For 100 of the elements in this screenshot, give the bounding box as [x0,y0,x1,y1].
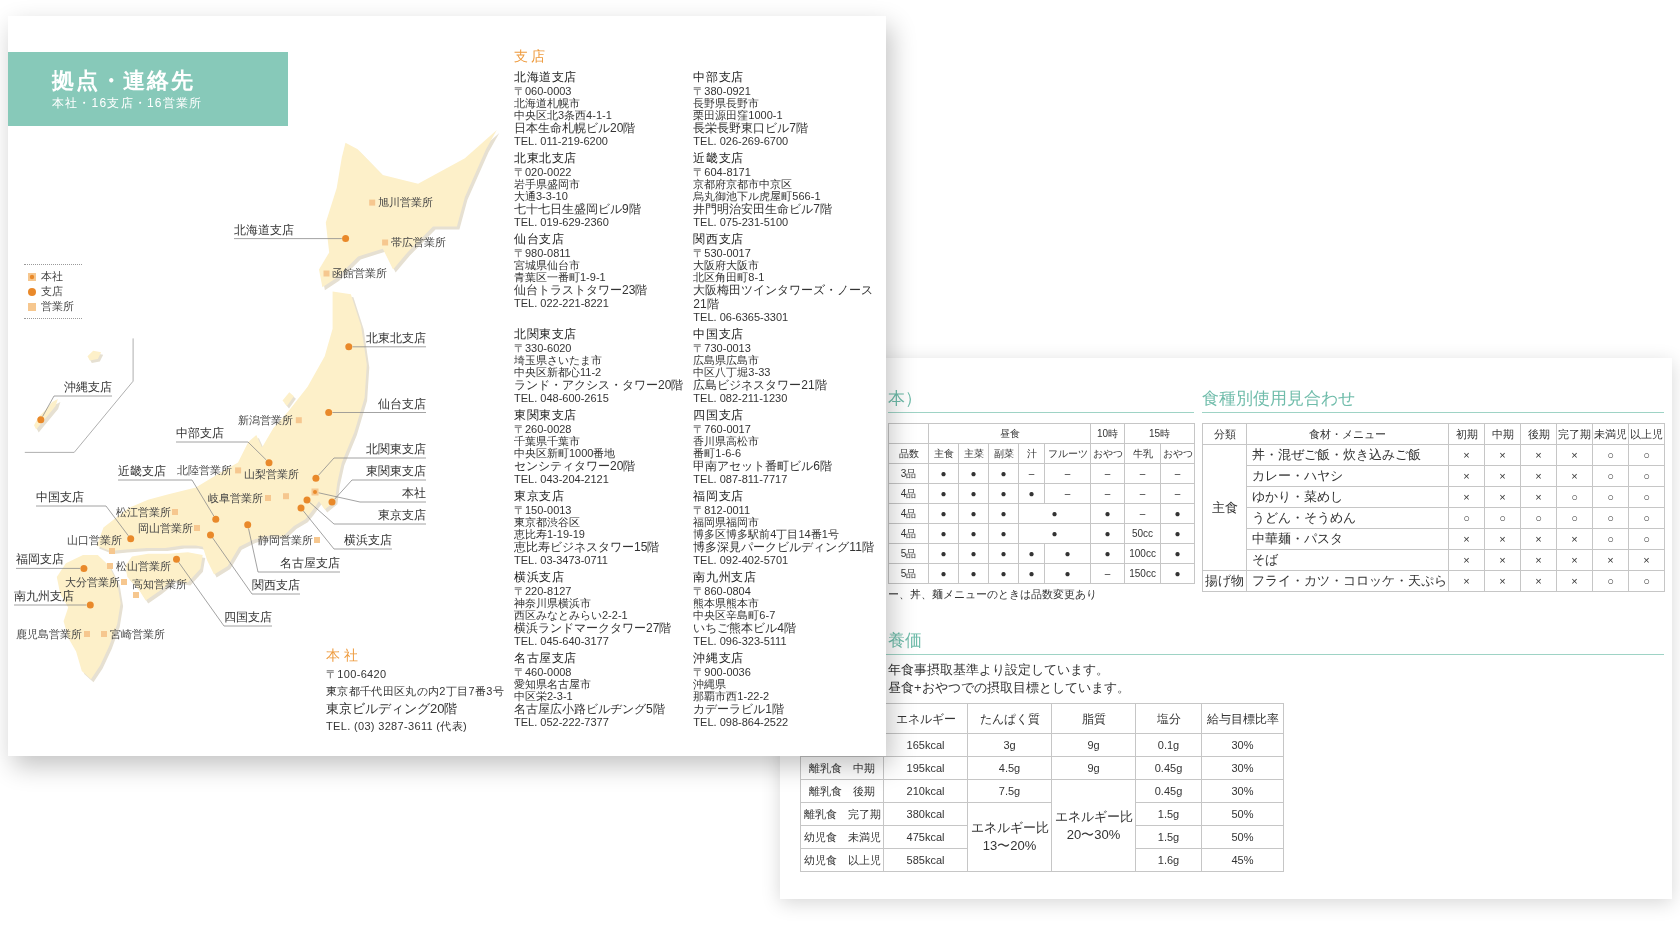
table-cell: ○ [1592,486,1629,508]
address-line: ランド・アクシス・タワー20階 [514,378,684,392]
table-cell: ○ [1556,486,1593,508]
map-label: 新潟営業所 [238,413,293,427]
address-line: 香川県高松市 [693,435,760,447]
row-header: 4品 [888,503,929,524]
map-label: 関西支店 [252,578,300,593]
row-header: 5品 [888,563,929,584]
phone-number: TEL. (03) 3287-3611 (代表) [326,719,467,734]
map-label: 松山営業所 [116,559,171,573]
dot-icon [37,416,45,424]
dot-icon [265,459,273,467]
column-header: 脂質 [1051,703,1136,734]
table-cell: × [1520,444,1557,466]
square-icon [314,537,320,543]
column-header: おやつ [1160,443,1195,464]
table-cell: × [1448,444,1485,466]
address-line: 広島県広島市 [693,354,760,366]
table-cell: × [1484,444,1521,466]
table-cell: × [1592,549,1629,571]
postal-code: 〒760-0017 [693,423,751,435]
table-cell: × [1520,486,1557,508]
table-cell: 3g [967,733,1052,757]
address-line: 中区栄2-3-1 [514,690,573,702]
map-label: 北東北支店 [366,330,426,346]
square-icon [172,509,178,515]
table-cell: 50% [1201,825,1284,849]
postal-code: 〒530-0017 [693,247,751,259]
column-header: 品数 [888,443,929,464]
table-cell: × [1556,465,1593,487]
map-label: 大分営業所 [65,575,120,589]
square-icon [323,270,330,277]
table-cell: – [1044,483,1091,504]
table-cell: 9g [1051,733,1136,757]
dot-icon [328,498,336,506]
map-label: 函館営業所 [332,267,387,280]
table-cell: – [1124,483,1161,504]
row-header: 主食 [1202,444,1247,571]
address-line: 青葉区一番町1-9-1 [514,271,606,283]
column-header: 初期 [1448,423,1485,445]
table-cell: ○ [1628,570,1665,592]
map-label: 旭川営業所 [378,196,433,210]
legend-label: 営業所 [41,300,74,313]
table-cell: ○ [1448,507,1485,529]
table-cell: ● [1160,503,1195,524]
table-cell: × [1484,570,1521,592]
leader-line [42,395,113,417]
table-cell: × [1484,528,1521,550]
map-label: 山梨営業所 [244,467,299,481]
table-cell: ● [988,503,1019,524]
address-line: 日本生命札幌ビル20階 [514,121,636,135]
address-line: 埼玉県さいたま市 [514,354,602,366]
address-line: 岩手県盛岡市 [514,178,580,190]
address-line: 恵比寿1-19-19 [514,528,585,540]
map-label: 仙台支店 [378,396,426,412]
postal-code: 〒330-6020 [514,342,572,354]
table-cell: ○ [1628,507,1665,529]
phone-number: TEL. 043-204-2121 [514,473,609,485]
square-dot-icon [28,272,36,281]
map-label: 岡山営業所 [138,521,193,535]
table-cell: フライ・カツ・コロッケ・天ぷら [1246,570,1449,592]
branch-name: 中部支店 [693,70,744,85]
table-cell: ● [988,563,1019,584]
table-cell: 380kcal [883,802,968,826]
address-line: 中央区新町1000番地 [514,447,616,459]
branch-name: 北関東支店 [514,327,577,342]
table-cell: ○ [1520,507,1557,529]
table-cell: ● [928,503,959,524]
table-cell: ● [928,563,959,584]
table-cell: 150cc [1124,563,1161,584]
address-line: 広島ビジネスタワー21階 [693,378,827,392]
column-header: 汁 [1018,443,1045,464]
postal-code: 〒020-0022 [514,166,572,178]
table-cell: ● [958,503,989,524]
table-cell: ● [1090,523,1125,544]
branch-name: 近畿支店 [693,151,744,166]
table-cell: × [1520,528,1557,550]
leader-line [15,568,81,569]
table-cell: ● [1160,523,1195,544]
square-icon [369,199,376,206]
address-line: 栗田源田窪1000-1 [693,109,783,121]
dot-icon [80,564,88,572]
address-line: 東京ビルディング20階 [326,700,458,718]
table-cell: ○ [1592,528,1629,550]
row-header: 4品 [888,483,929,504]
branch-name: 関西支店 [693,232,744,247]
address-line: 中央区新都心11-2 [514,366,602,378]
island-drawing [282,392,296,409]
table-cell: × [1484,486,1521,508]
column-header: 完了期 [1556,423,1593,445]
address-line: 北海道札幌市 [514,97,580,109]
table-cell: × [1448,465,1485,487]
postal-code: 〒980-0811 [514,247,571,259]
table-cell: 45% [1201,848,1284,872]
table-cell: ● [928,483,959,504]
column-header: 主食 [928,443,959,464]
column-header: 昼食 [928,423,1091,444]
table-cell: ゆかり・菜めし [1246,486,1449,508]
phone-number: TEL. 096-323-5111 [693,635,787,647]
square-dot-icon [311,488,319,496]
